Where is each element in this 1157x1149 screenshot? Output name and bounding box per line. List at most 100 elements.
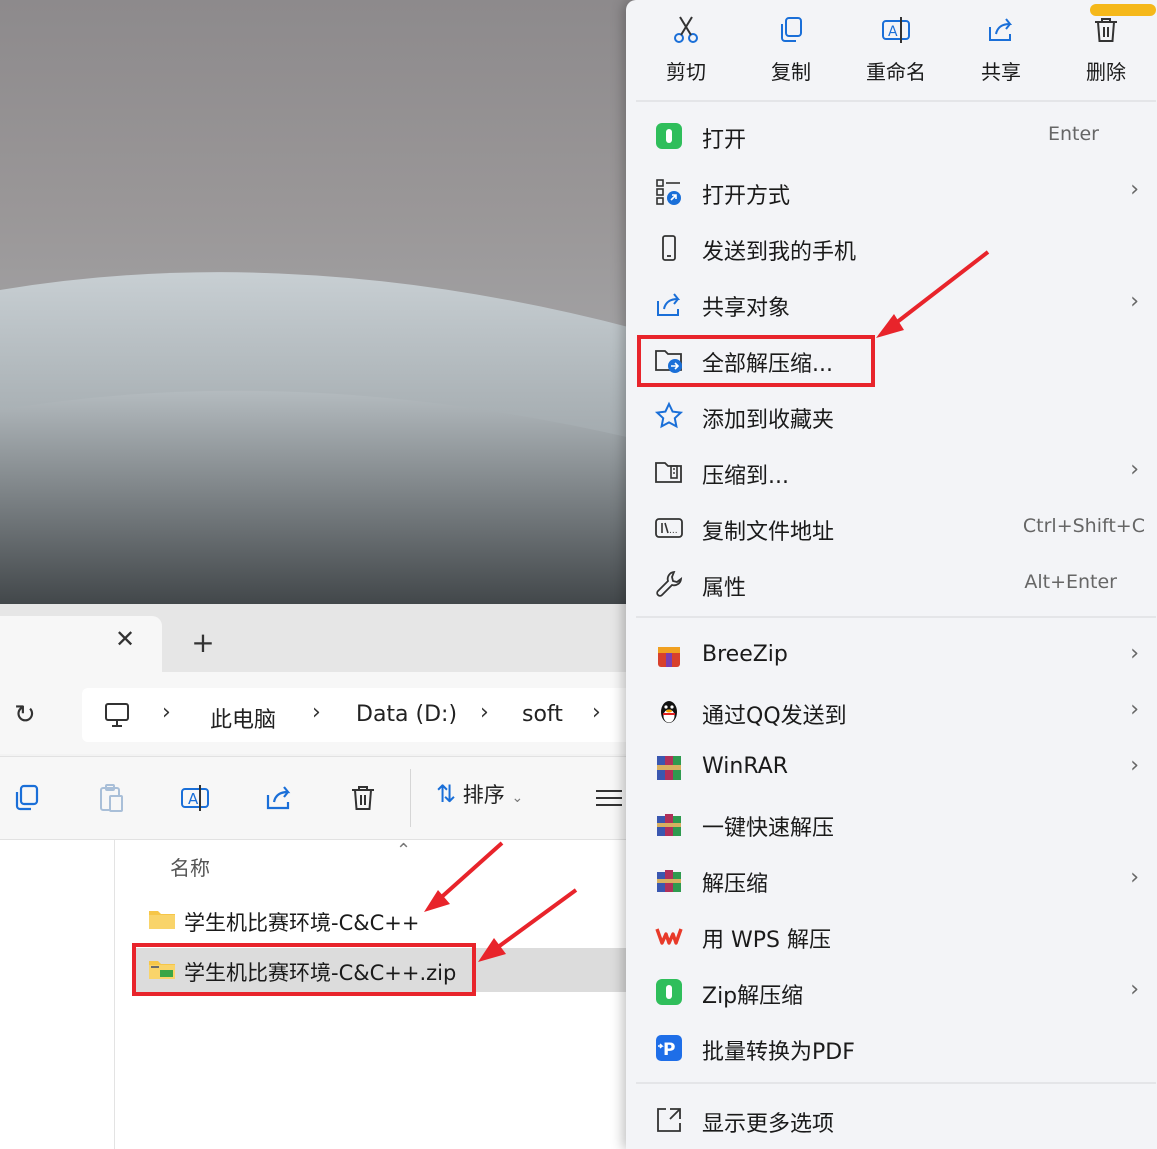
breadcrumb-separator[interactable]: › [592, 700, 601, 725]
menu-item-send-via-qq[interactable]: 通过QQ发送到 › [634, 687, 1157, 737]
menu-item-label: BreeZip [702, 642, 788, 667]
menu-separator [636, 616, 1156, 618]
tab-active[interactable]: ✕ [0, 616, 162, 672]
submenu-arrow-icon: › [1130, 697, 1139, 722]
menu-item-label: 批量转换为PDF [702, 1040, 855, 1065]
copy-label: 复制 [771, 60, 811, 84]
breezip-icon [658, 647, 680, 667]
pdf-convert-icon: P [656, 1035, 682, 1061]
submenu-arrow-icon: › [1130, 289, 1139, 314]
menu-item-winrar[interactable]: WinRAR › [634, 743, 1157, 793]
trash-icon [1095, 18, 1117, 42]
menu-item-label: WinRAR [702, 754, 789, 779]
copy-icon[interactable] [10, 781, 44, 815]
breadcrumb-data-drive[interactable]: Data (D:) [356, 702, 457, 727]
address-bar: ↻ › 此电脑 › Data (D:) › soft › [0, 672, 642, 754]
submenu-arrow-icon: › [1130, 177, 1139, 202]
computer-icon [105, 703, 129, 727]
rename-icon[interactable]: A [178, 781, 212, 815]
breadcrumb-separator[interactable]: › [480, 700, 489, 725]
menu-item-extract[interactable]: 解压缩 › [634, 855, 1157, 905]
menu-item-label: 发送到我的手机 [702, 240, 857, 265]
tab-bar: ✕ + [0, 604, 640, 672]
submenu-arrow-icon: › [1130, 865, 1139, 890]
breadcrumb[interactable]: › 此电脑 › Data (D:) › soft › [82, 688, 642, 742]
share-icon[interactable] [262, 781, 296, 815]
command-bar: A ⇅ 排序 ⌄ [0, 756, 640, 840]
menu-item-breezip[interactable]: BreeZip › [634, 631, 1157, 681]
qq-penguin-icon [661, 701, 677, 723]
rename-label: 重命名 [866, 60, 926, 84]
rename-icon: A [882, 17, 910, 43]
menu-item-open[interactable]: 打开 Enter [634, 111, 1157, 161]
share-label: 共享 [981, 60, 1021, 84]
context-menu: 剪切 复制 A 重命名 共享 删除 打开 Enter 打开方式 › 发送到我的手… [626, 0, 1157, 1149]
menu-item-label: 打开 [702, 128, 747, 153]
cut-button[interactable]: 剪切 [641, 14, 731, 94]
menu-item-send-to-phone[interactable]: 发送到我的手机 [634, 223, 1157, 273]
menu-item-add-to-favorites[interactable]: 添加到收藏夹 [634, 391, 1157, 441]
menu-item-label: 显示更多选项 [702, 1112, 835, 1137]
menu-item-label: 通过QQ发送到 [702, 704, 847, 729]
sort-button[interactable]: ⇅ 排序 ⌄ [436, 779, 523, 813]
breadcrumb-separator[interactable]: › [162, 700, 171, 725]
zip-app-icon [656, 979, 682, 1005]
toolbar-divider [410, 769, 411, 827]
rename-button[interactable]: A 重命名 [851, 14, 941, 94]
wps-icon [655, 928, 683, 945]
wrench-icon [656, 570, 683, 597]
menu-item-label: 用 WPS 解压 [702, 928, 831, 953]
delete-button[interactable]: 删除 [1061, 14, 1151, 94]
view-options-icon[interactable] [592, 781, 626, 815]
scissors-icon [674, 16, 698, 43]
menu-item-compress-to[interactable]: 压缩到... › [634, 447, 1157, 497]
breadcrumb-separator[interactable]: › [312, 700, 321, 725]
menu-item-show-more-options[interactable]: 显示更多选项 [634, 1095, 1157, 1145]
menu-item-label: 属性 [702, 576, 747, 601]
trash-icon[interactable] [346, 781, 380, 815]
menu-item-quick-extract[interactable]: 一键快速解压 [634, 799, 1157, 849]
menu-item-properties[interactable]: 属性 Alt+Enter [634, 559, 1157, 609]
winrar-icon [657, 756, 681, 780]
compress-icon [655, 462, 682, 483]
menu-item-zip-extract[interactable]: Zip解压缩 › [634, 967, 1157, 1017]
copy-icon [781, 17, 802, 42]
menu-item-label: 添加到收藏夹 [702, 408, 835, 433]
sort-icon: ⇅ [436, 780, 457, 808]
menu-item-label: 一键快速解压 [702, 816, 835, 841]
menu-separator [636, 100, 1156, 102]
breadcrumb-soft[interactable]: soft [522, 702, 563, 727]
new-tab-button[interactable]: + [188, 628, 218, 658]
quick-actions-bar: 剪切 复制 A 重命名 共享 删除 [626, 0, 1157, 100]
breadcrumb-this-pc[interactable]: 此电脑 [210, 702, 276, 734]
star-icon [654, 401, 684, 429]
svg-text:...: ... [669, 526, 678, 536]
open-with-icon [656, 179, 681, 205]
file-name: 学生机比赛环境-C&C++ [184, 911, 420, 935]
column-header-name[interactable]: 名称 [170, 852, 210, 881]
navigation-pane-border [114, 840, 115, 1149]
share-icon [989, 18, 1013, 41]
zip-app-icon [656, 123, 682, 149]
menu-item-batch-to-pdf[interactable]: P 批量转换为PDF [634, 1023, 1157, 1073]
sort-caret-icon: ⌃ [396, 840, 412, 861]
copy-button[interactable]: 复制 [746, 14, 836, 94]
menu-item-share-with[interactable]: 共享对象 › [634, 279, 1157, 329]
copy-path-icon: ... [655, 518, 683, 538]
refresh-icon[interactable]: ↻ [14, 700, 44, 730]
file-row-folder[interactable]: 学生机比赛环境-C&C++ [134, 898, 640, 942]
shortcut-text: Ctrl+Shift+C [1022, 515, 1145, 537]
tab-close-button[interactable]: ✕ [112, 626, 138, 652]
paste-icon[interactable] [94, 781, 128, 815]
menu-item-label: Zip解压缩 [702, 984, 804, 1009]
svg-text:A: A [888, 24, 898, 40]
menu-item-open-with[interactable]: 打开方式 › [634, 167, 1157, 217]
more-options-icon [657, 1108, 681, 1132]
share-button[interactable]: 共享 [956, 14, 1046, 94]
share-icon [657, 293, 681, 316]
cut-label: 剪切 [666, 60, 706, 84]
menu-item-label: 打开方式 [702, 184, 791, 209]
menu-item-wps-extract[interactable]: 用 WPS 解压 [634, 911, 1157, 961]
shortcut-text: Alt+Enter [1024, 571, 1117, 593]
menu-item-copy-path[interactable]: ... 复制文件地址 Ctrl+Shift+C [634, 503, 1157, 553]
